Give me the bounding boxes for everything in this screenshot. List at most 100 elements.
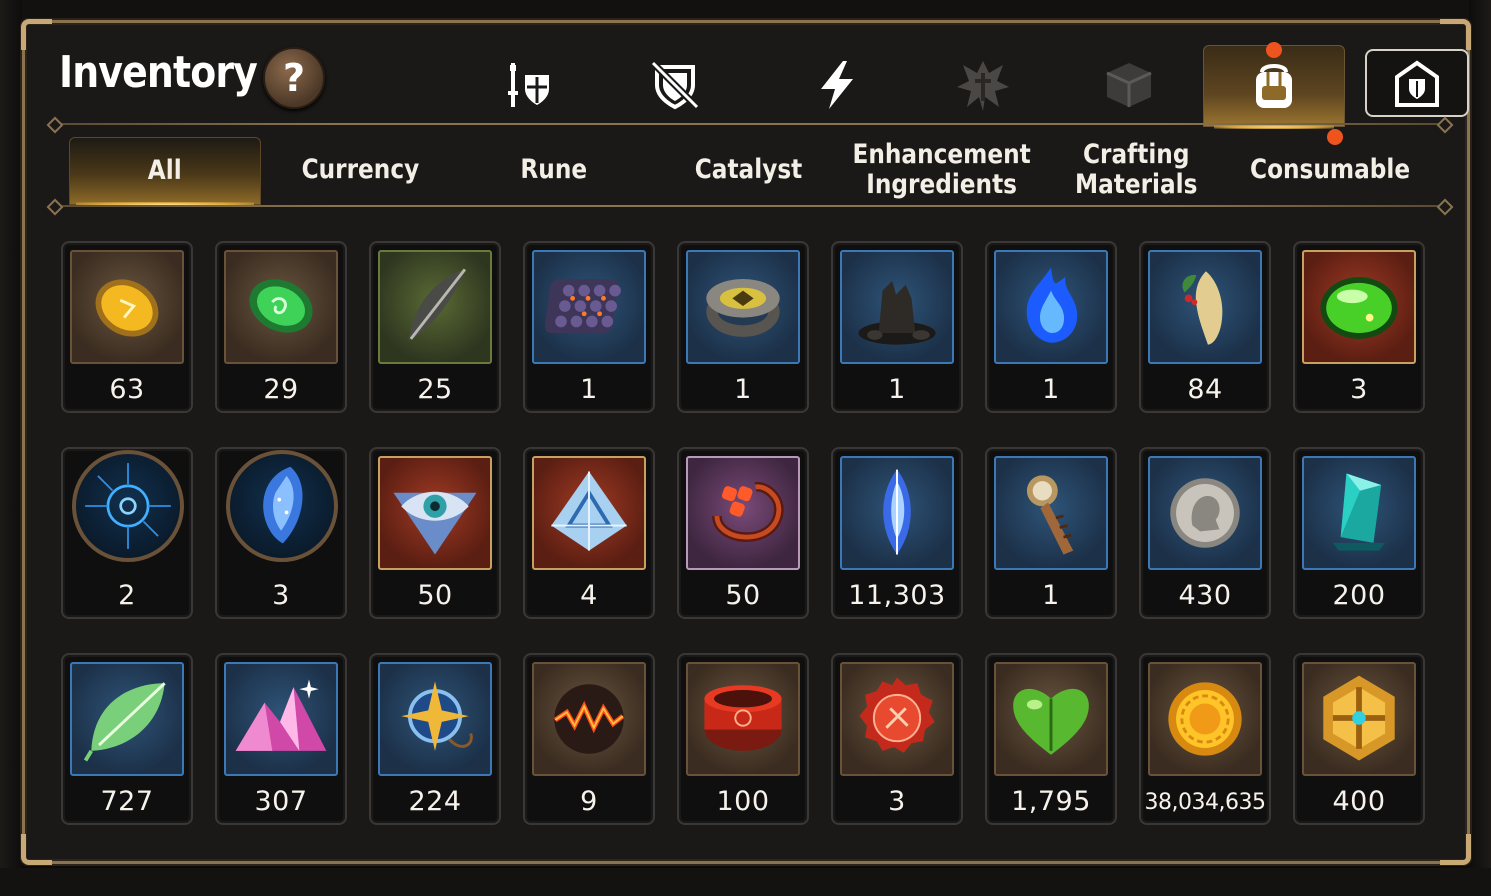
item-quantity: 1 bbox=[580, 374, 598, 405]
item-frame bbox=[532, 456, 646, 570]
item-quantity: 224 bbox=[408, 786, 462, 817]
item-slot[interactable]: 11,303 bbox=[831, 447, 963, 619]
item-slot[interactable]: 29 bbox=[215, 241, 347, 413]
item-quantity: 4 bbox=[580, 580, 598, 611]
item-frame bbox=[70, 662, 184, 776]
inventory-panel: Inventory ? All Currency Rune Catalyst E… bbox=[21, 19, 1471, 865]
item-frame bbox=[686, 250, 800, 364]
item-slot[interactable]: 2 bbox=[61, 447, 193, 619]
compass-key-icon bbox=[1026, 475, 1074, 555]
item-slot[interactable]: 100 bbox=[677, 653, 809, 825]
tab-artifacts[interactable] bbox=[1059, 45, 1199, 125]
tab-catalyst[interactable]: Catalyst bbox=[653, 137, 843, 203]
item-quantity: 2 bbox=[118, 580, 136, 611]
item-slot[interactable]: 3 bbox=[215, 447, 347, 619]
item-quantity: 29 bbox=[263, 374, 299, 405]
ginseng-root-icon bbox=[1182, 271, 1223, 345]
red-seal-badge-icon bbox=[859, 677, 935, 753]
tab-enhancement-ingredients[interactable]: Enhancement Ingredients bbox=[847, 137, 1037, 203]
item-frame bbox=[1148, 662, 1262, 776]
item-quantity: 9 bbox=[580, 786, 598, 817]
blue-flame-icon bbox=[1026, 267, 1078, 343]
item-quantity: 1 bbox=[888, 374, 906, 405]
item-slot[interactable]: 307 bbox=[215, 653, 347, 825]
item-quantity: 50 bbox=[725, 580, 761, 611]
item-slot[interactable]: 1,795 bbox=[985, 653, 1117, 825]
item-frame bbox=[1148, 250, 1262, 364]
item-slot[interactable]: 50 bbox=[369, 447, 501, 619]
eye-emblem-icon bbox=[393, 491, 477, 555]
item-slot[interactable]: 1 bbox=[985, 241, 1117, 413]
tab-crafting-materials[interactable]: Crafting Materials bbox=[1041, 137, 1231, 203]
item-slot[interactable]: 1 bbox=[677, 241, 809, 413]
lightning-icon bbox=[821, 61, 853, 109]
item-quantity: 3 bbox=[1350, 374, 1368, 405]
divider bbox=[53, 123, 1445, 125]
scale-armor-plate-icon bbox=[544, 279, 621, 334]
pink-crystal-mountain-icon bbox=[235, 679, 327, 751]
item-slot[interactable]: 1 bbox=[831, 241, 963, 413]
tab-unequipped[interactable] bbox=[605, 45, 745, 125]
item-slot[interactable]: 3 bbox=[831, 653, 963, 825]
crystal-shard-orb-icon bbox=[263, 466, 303, 544]
frame-corner bbox=[21, 834, 52, 865]
tab-currency[interactable]: Currency bbox=[265, 137, 455, 203]
tab-souls[interactable] bbox=[913, 45, 1053, 125]
item-slot[interactable]: 4 bbox=[523, 447, 655, 619]
item-frame bbox=[72, 450, 184, 562]
help-button[interactable]: ? bbox=[263, 47, 325, 109]
demon-emblem-icon bbox=[957, 61, 1009, 111]
tab-rune[interactable]: Rune bbox=[459, 137, 649, 203]
jade-rune-stone-icon bbox=[249, 279, 313, 333]
glowing-leaf-icon bbox=[83, 682, 166, 762]
top-tab-bar bbox=[445, 42, 1469, 129]
tab-inventory[interactable] bbox=[1203, 42, 1345, 129]
item-slot[interactable]: 224 bbox=[369, 653, 501, 825]
item-quantity: 200 bbox=[1332, 580, 1386, 611]
item-frame bbox=[994, 662, 1108, 776]
item-quantity: 3 bbox=[888, 786, 906, 817]
item-slot[interactable]: 50 bbox=[677, 447, 809, 619]
item-frame bbox=[1302, 662, 1416, 776]
item-quantity: 50 bbox=[417, 580, 453, 611]
item-slot[interactable]: 200 bbox=[1293, 447, 1425, 619]
item-slot[interactable]: 9 bbox=[523, 653, 655, 825]
item-frame bbox=[378, 456, 492, 570]
notification-badge bbox=[1266, 42, 1282, 58]
item-slot[interactable]: 430 bbox=[1139, 447, 1271, 619]
item-frame bbox=[1148, 456, 1262, 570]
tab-consumable[interactable]: Consumable bbox=[1235, 129, 1425, 203]
divider-cap bbox=[46, 198, 64, 216]
backpack-icon bbox=[1256, 64, 1292, 108]
tab-guild-storage[interactable] bbox=[1365, 49, 1469, 117]
dark-feather-icon bbox=[408, 268, 467, 341]
star-amulet-icon bbox=[401, 681, 473, 751]
item-quantity: 100 bbox=[716, 786, 770, 817]
tab-all[interactable]: All bbox=[69, 137, 261, 207]
item-slot[interactable]: 38,034,635 bbox=[1139, 653, 1271, 825]
item-slot[interactable]: 3 bbox=[1293, 241, 1425, 413]
item-slot[interactable]: 727 bbox=[61, 653, 193, 825]
item-quantity: 25 bbox=[417, 374, 453, 405]
item-quantity: 63 bbox=[109, 374, 145, 405]
item-quantity: 1 bbox=[1042, 580, 1060, 611]
engraved-ring-icon bbox=[706, 279, 780, 337]
guild-castle-icon bbox=[1395, 60, 1439, 107]
item-slot[interactable]: 1 bbox=[985, 447, 1117, 619]
tab-skills[interactable] bbox=[767, 45, 907, 125]
item-frame bbox=[686, 662, 800, 776]
green-heart-icon bbox=[1013, 688, 1089, 755]
tab-equipment[interactable] bbox=[459, 45, 599, 125]
item-frame bbox=[1302, 250, 1416, 364]
blue-rune-orb-icon bbox=[85, 463, 171, 549]
item-slot[interactable]: 400 bbox=[1293, 653, 1425, 825]
green-potion-icon bbox=[1320, 277, 1398, 339]
gold-hex-emblem-icon bbox=[1323, 675, 1395, 761]
item-frame bbox=[224, 662, 338, 776]
item-slot[interactable]: 25 bbox=[369, 241, 501, 413]
item-frame bbox=[994, 456, 1108, 570]
item-slot[interactable]: 84 bbox=[1139, 241, 1271, 413]
background-bottom bbox=[0, 868, 1491, 896]
item-slot[interactable]: 1 bbox=[523, 241, 655, 413]
item-slot[interactable]: 63 bbox=[61, 241, 193, 413]
